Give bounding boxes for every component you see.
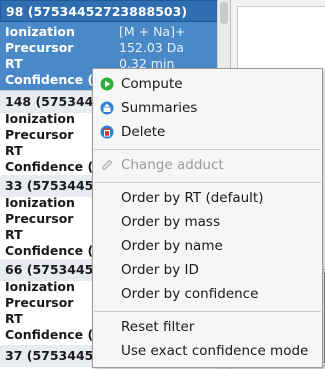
compound-card-title: 98 (57534452723888503) [0, 0, 229, 22]
field-rt: RT [5, 143, 23, 159]
field-confidence: Confidence ( [5, 243, 93, 259]
field-precursor: Precursor 152.03 Da [5, 40, 184, 56]
menu-item-label: Delete [121, 124, 166, 140]
menu-item-delete[interactable]: Delete [93, 120, 322, 144]
field-label: Precursor [5, 127, 74, 142]
field-label: RT [5, 56, 23, 71]
menu-item-order-by-id[interactable]: Order by ID [93, 258, 322, 282]
menu-item-label: Reset filter [121, 319, 195, 335]
context-menu[interactable]: Compute Summaries Delete Change adduct O… [92, 68, 323, 368]
field-confidence: Confidence ( [5, 327, 93, 343]
field-label: RT [5, 227, 23, 242]
menu-item-summaries[interactable]: Summaries [93, 96, 322, 120]
field-ionization: Ionization [5, 279, 75, 295]
menu-item-reset-filter[interactable]: Reset filter [93, 315, 322, 339]
field-label: Ionization [5, 195, 75, 210]
field-label: Precursor [5, 211, 74, 226]
field-label: Confidence ( [5, 72, 94, 87]
menu-item-label: Compute [121, 76, 183, 92]
scrollbar-thumb[interactable] [220, 2, 228, 24]
field-rt: RT [5, 227, 23, 243]
menu-item-compute[interactable]: Compute [93, 72, 322, 96]
field-ionization: Ionization [5, 111, 75, 127]
delete-icon [100, 125, 114, 139]
menu-item-order-by-mass[interactable]: Order by mass [93, 210, 322, 234]
export-icon [100, 101, 114, 115]
field-label: Confidence ( [5, 159, 94, 174]
field-ionization: Ionization [M + Na]+ [5, 24, 185, 40]
field-confidence: Confidence ( [5, 159, 93, 175]
menu-item-label: Order by ID [121, 262, 199, 278]
field-label: RT [5, 311, 23, 326]
field-precursor: Precursor [5, 211, 73, 227]
menu-separator [94, 311, 321, 312]
field-label: RT [5, 143, 23, 158]
field-label: Ionization [5, 279, 75, 294]
menu-item-label: Order by mass [121, 214, 220, 230]
field-label: Confidence ( [5, 243, 94, 258]
menu-item-order-by-rt[interactable]: Order by RT (default) [93, 186, 322, 210]
field-confidence: Confidence ( [5, 72, 93, 88]
field-label: Ionization [5, 111, 75, 126]
menu-separator [94, 182, 321, 183]
menu-item-label: Summaries [121, 100, 198, 116]
play-icon [100, 77, 114, 91]
menu-item-label: Order by name [121, 238, 223, 254]
menu-item-label: Use exact confidence mode [121, 343, 309, 359]
menu-item-order-by-confidence[interactable]: Order by confidence [93, 282, 322, 306]
field-label: Ionization [5, 24, 75, 39]
field-label: Precursor [5, 295, 74, 310]
menu-item-label: Change adduct [121, 157, 224, 173]
menu-item-label: Order by RT (default) [121, 190, 264, 206]
field-rt: RT 0.32 min [5, 56, 174, 72]
field-value: 152.03 Da [119, 40, 184, 55]
menu-item-exact-confidence-mode[interactable]: Use exact confidence mode [93, 339, 322, 363]
menu-item-order-by-name[interactable]: Order by name [93, 234, 322, 258]
field-ionization: Ionization [5, 195, 75, 211]
field-precursor: Precursor [5, 295, 73, 311]
field-precursor: Precursor [5, 127, 73, 143]
edit-icon [102, 159, 113, 170]
field-rt: RT [5, 311, 23, 327]
field-label: Confidence ( [5, 327, 94, 342]
menu-separator [94, 149, 321, 150]
menu-item-label: Order by confidence [121, 286, 259, 302]
menu-item-change-adduct: Change adduct [93, 153, 322, 177]
field-value: [M + Na]+ [119, 24, 186, 39]
field-label: Precursor [5, 40, 74, 55]
